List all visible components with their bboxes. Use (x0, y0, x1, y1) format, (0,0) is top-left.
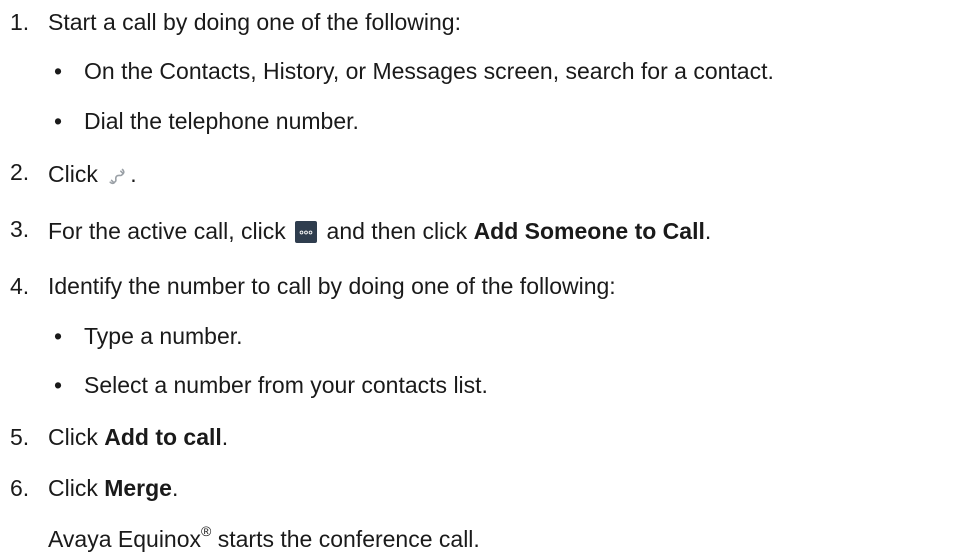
bullet-marker: • (54, 58, 63, 84)
step-text: Click Add to call. (48, 423, 228, 451)
more-options-icon (295, 221, 318, 243)
step-text: Start a call by doing one of the followi… (48, 9, 461, 35)
bullet-text: Select a number from your contacts list. (84, 372, 488, 398)
bullet-text: Type a number. (84, 323, 243, 349)
step-text: Click . (48, 160, 137, 188)
bullet-text: On the Contacts, History, or Messages sc… (84, 58, 774, 84)
bullet-marker: • (54, 323, 63, 349)
step-text: Identify the number to call by doing one… (48, 273, 616, 299)
step-text-middle: and then click (320, 218, 468, 244)
result-description: starts the conference call. (217, 526, 480, 552)
ui-label-add-to-call: Add to call (104, 424, 222, 450)
bullet-marker: • (54, 108, 63, 134)
step-text: For the active call, click and then clic… (48, 217, 711, 245)
step-number: 2. (10, 159, 30, 185)
step-text-after: . (171, 475, 179, 501)
step-text-before: Click (48, 475, 105, 501)
step-text-before: Click (48, 424, 105, 450)
step-text-after: . (221, 424, 229, 450)
step-number: 1. (10, 9, 30, 35)
ui-label-add-someone: Add Someone to Call (473, 218, 705, 244)
procedure-document: 1. Start a call by doing one of the foll… (0, 0, 968, 556)
step-number: 4. (10, 273, 30, 299)
step-text: Click Merge. (48, 474, 178, 502)
phone-handset-icon (108, 164, 128, 185)
step-number: 5. (10, 424, 30, 450)
bullet-text: Dial the telephone number. (84, 108, 359, 134)
step-text-before: Click (48, 161, 105, 187)
bullet-marker: • (54, 372, 63, 398)
step-text-before: For the active call, click (48, 218, 293, 244)
step-text-after: . (704, 218, 712, 244)
ui-label-merge: Merge (104, 475, 172, 501)
step-number: 3. (10, 216, 30, 242)
step-text-after: . (130, 161, 137, 187)
trademark-symbol: ® (201, 523, 212, 540)
result-text: Avaya Equinox® starts the conference cal… (48, 523, 480, 553)
product-name: Avaya Equinox (48, 526, 202, 552)
step-number: 6. (10, 475, 30, 501)
